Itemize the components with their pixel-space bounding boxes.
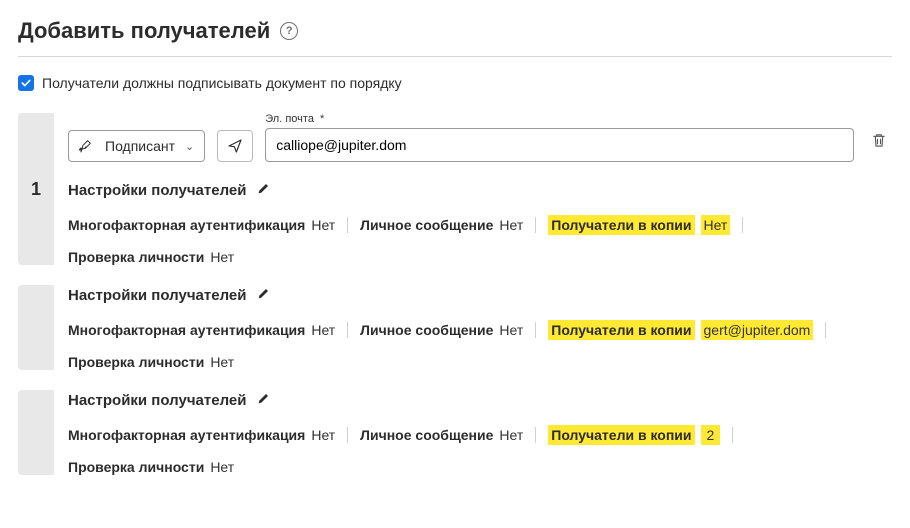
recipient-settings-title: Настройки получателей <box>68 287 246 304</box>
pencil-icon <box>256 285 272 301</box>
recipient-settings-title: Настройки получателей <box>68 392 246 409</box>
cc-label-highlighted: Получатели в копии <box>548 425 694 445</box>
edit-settings-button[interactable] <box>256 180 272 201</box>
chevron-down-icon: ⌄ <box>185 140 194 153</box>
recipient-order-number: 1 <box>31 179 41 200</box>
drag-handle[interactable] <box>18 390 54 475</box>
recipient-block: Настройки получателей Многофакторная аут… <box>18 390 892 475</box>
pencil-icon <box>256 390 272 406</box>
sign-in-order-label: Получатели должны подписывать документ п… <box>42 75 402 91</box>
delivery-method-button[interactable] <box>217 130 253 162</box>
pen-nib-icon <box>79 138 95 154</box>
sign-in-order-checkbox[interactable] <box>18 75 34 91</box>
recipient-settings-title: Настройки получателей <box>68 182 246 199</box>
email-field-label: Эл. почта * <box>265 113 854 125</box>
drag-handle[interactable]: 1 <box>18 113 54 265</box>
cc-label-highlighted: Получатели в копии <box>548 215 694 235</box>
email-input[interactable] <box>265 128 854 162</box>
recipient-block: Настройки получателей Многофакторная аут… <box>18 285 892 370</box>
recipient-settings-summary: Многофакторная аутентификацияНет Личное … <box>68 320 892 370</box>
drag-handle[interactable] <box>18 285 54 370</box>
role-label: Подписант <box>105 138 175 154</box>
recipient-settings-summary: Многофакторная аутентификацияНет Личное … <box>68 215 892 265</box>
cc-value-highlighted: Нет <box>701 215 731 235</box>
edit-settings-button[interactable] <box>256 285 272 306</box>
role-select[interactable]: Подписант ⌄ <box>68 130 205 162</box>
cc-value-highlighted: 2 <box>701 425 721 445</box>
cc-label-highlighted: Получатели в копии <box>548 320 694 340</box>
paper-plane-icon <box>227 138 243 154</box>
recipient-block: 1 Подписант ⌄ Эл. почта * Настройки полу… <box>18 113 892 265</box>
help-icon[interactable]: ? <box>280 22 298 40</box>
cc-value-highlighted: gert@jupiter.dom <box>701 320 814 340</box>
delete-recipient-button[interactable] <box>866 123 892 162</box>
pencil-icon <box>256 180 272 196</box>
trash-icon <box>870 131 888 149</box>
recipient-settings-summary: Многофакторная аутентификацияНет Личное … <box>68 425 892 475</box>
page-title: Добавить получателей <box>18 18 270 44</box>
edit-settings-button[interactable] <box>256 390 272 411</box>
